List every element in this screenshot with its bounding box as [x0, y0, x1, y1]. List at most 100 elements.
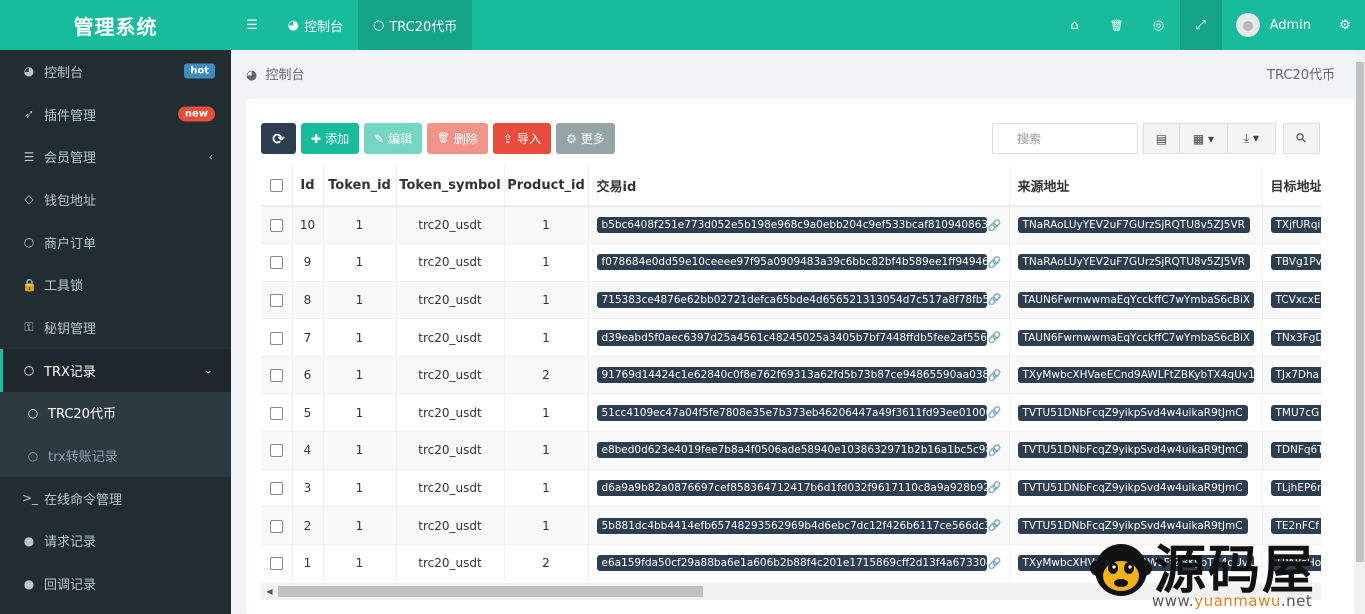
cell-token-id: 1	[323, 431, 397, 470]
row-checkbox[interactable]	[269, 557, 283, 571]
cell-id: 1	[292, 544, 324, 581]
more-button[interactable]: ⚙ 更多	[555, 123, 615, 154]
table-row[interactable]: 7 1 trc20_usdt 1 d39eabd5f0aec6397d25a4561c4…	[261, 318, 1321, 357]
row-checkbox[interactable]	[269, 331, 283, 345]
from-address-badge: TAUN6FwrnwwmaEqYcckffC7wYmbaS6cBiX	[1017, 329, 1254, 346]
select-all-checkbox[interactable]	[269, 178, 283, 192]
link-icon[interactable]: 🔗	[988, 219, 1002, 232]
sidebar-item-12[interactable]: ● 回调记录	[0, 562, 231, 605]
link-icon[interactable]: 🔗	[988, 256, 1002, 269]
row-select-cell[interactable]	[261, 356, 293, 395]
table-row[interactable]: 5 1 trc20_usdt 1 51cc4109ec47a04f5fe7808e35e…	[261, 393, 1321, 433]
column-header[interactable]: 交易id	[588, 165, 1010, 207]
scrollbar-thumb[interactable]	[278, 586, 703, 597]
link-icon[interactable]: 🔗	[988, 293, 1002, 306]
column-header[interactable]: 来源地址	[1009, 165, 1263, 207]
breadcrumb[interactable]: ◕ 控制台	[246, 64, 305, 83]
app-logo[interactable]: 管理系统	[0, 0, 231, 50]
sidebar-item-11[interactable]: ● 请求记录	[0, 520, 231, 563]
link-icon[interactable]: 🔗	[988, 331, 1002, 344]
sidebar-item-9[interactable]: ○ trx转账记录	[0, 434, 231, 477]
table-row[interactable]: 9 1 trc20_usdt 1 f078684e0dd59e10ceeee97f95a…	[261, 243, 1321, 282]
tab-trc20[interactable]: ○ TRC20代币	[358, 0, 473, 50]
columns-button[interactable]: ▦ ▾	[1180, 123, 1228, 154]
column-header[interactable]: 目标地址	[1262, 165, 1321, 207]
cell-product-id: 1	[504, 281, 589, 320]
sidebar-item-label: 商户订单	[44, 236, 97, 252]
scroll-left-icon[interactable]: ◀	[261, 583, 278, 600]
row-select-cell[interactable]	[261, 206, 293, 245]
link-icon[interactable]: 🔗	[988, 519, 1002, 532]
clear-cache-button[interactable]: 🗑	[1096, 0, 1138, 50]
add-label: 添加	[325, 132, 350, 146]
row-checkbox[interactable]	[269, 219, 283, 233]
delete-button[interactable]: 🗑 删除	[427, 123, 488, 154]
row-select-cell[interactable]	[261, 243, 293, 282]
row-select-cell[interactable]	[261, 281, 293, 320]
sidebar-item-0[interactable]: ◕ 控制台 hot	[0, 50, 231, 93]
txid-badge: f078684e0dd59e10ceeee97f95a0909483a39c6b…	[596, 254, 987, 271]
row-select-cell[interactable]	[261, 393, 293, 433]
from-address-badge: TAUN6FwrnwwmaEqYcckffC7wYmbaS6cBiX	[1017, 291, 1254, 308]
row-select-cell[interactable]	[261, 506, 293, 545]
link-icon[interactable]: 🔗	[988, 557, 1002, 570]
export-button[interactable]: ⤓ ▾	[1228, 123, 1276, 154]
fullscreen-button[interactable]: ⤢	[1179, 0, 1222, 50]
toggle-view-button[interactable]: ▤	[1143, 123, 1180, 154]
column-header[interactable]: Product_id	[504, 165, 589, 207]
cell-from-address: TXyMwbcXHVaeECnd9AWLFtZBKybTX4qUv1	[1009, 356, 1263, 395]
table-row[interactable]: 4 1 trc20_usdt 1 e8bed0d623e4019fee7b8a4f050…	[261, 431, 1321, 470]
row-checkbox[interactable]	[269, 293, 283, 307]
home-button[interactable]: ⌂	[1054, 0, 1096, 50]
table-toolbar: ⟳ ✚ 添加 ✎ 编辑 🗑 删除 ⇪ 导入 ⚙ 更多	[261, 123, 615, 154]
table-row[interactable]: 3 1 trc20_usdt 1 d6a9a9b82a0876697cef8583647…	[261, 469, 1321, 508]
sidebar-item-1[interactable]: ➶ 插件管理 new	[0, 93, 231, 136]
sidebar-item-2[interactable]: ☰ 会员管理 ‹	[0, 135, 231, 178]
search-button[interactable]: ⚲	[1283, 123, 1320, 154]
select-all-cell[interactable]	[261, 165, 293, 207]
link-icon[interactable]: 🔗	[988, 444, 1002, 457]
row-checkbox[interactable]	[269, 369, 283, 383]
row-checkbox[interactable]	[269, 256, 283, 270]
link-icon[interactable]: 🔗	[988, 481, 1002, 494]
language-button[interactable]: ◎	[1138, 0, 1180, 50]
table-row[interactable]: 8 1 trc20_usdt 1 715383ce4876e62bb02721defca…	[261, 281, 1321, 320]
breadcrumb-home: 控制台	[265, 67, 305, 83]
row-checkbox[interactable]	[269, 444, 283, 458]
cell-txid: b5bc6408f251e773d052e5b198e968c9a0ebb204…	[588, 206, 1010, 245]
settings-button[interactable]: ⚙	[1325, 0, 1365, 50]
column-header[interactable]: Token_symbol	[396, 165, 505, 207]
row-select-cell[interactable]	[261, 431, 293, 470]
add-button[interactable]: ✚ 添加	[301, 123, 360, 154]
row-select-cell[interactable]	[261, 469, 293, 508]
column-header[interactable]: Id	[292, 165, 324, 207]
sidebar-item-3[interactable]: ◇ 钱包地址	[0, 178, 231, 221]
row-checkbox[interactable]	[269, 406, 283, 420]
sidebar-item-5[interactable]: 🔒 工具锁	[0, 263, 231, 306]
row-select-cell[interactable]	[261, 318, 293, 357]
scrollbar-thumb[interactable]	[1356, 62, 1364, 562]
trash-icon: 🗑	[1109, 18, 1124, 32]
table-row[interactable]: 10 1 trc20_usdt 1 b5bc6408f251e773d052e5b198…	[261, 206, 1321, 245]
sidebar-item-7[interactable]: ○ TRX记录 ⌄	[0, 348, 231, 392]
row-select-cell[interactable]	[261, 544, 293, 581]
edit-button[interactable]: ✎ 编辑	[364, 123, 423, 154]
sidebar-item-8[interactable]: ○ TRC20代币	[0, 391, 231, 435]
user-menu[interactable]: Admin	[1222, 0, 1325, 50]
sidebar-item-4[interactable]: ○ 商户订单	[0, 221, 231, 264]
refresh-button[interactable]: ⟳	[261, 123, 296, 154]
cell-token-symbol: trc20_usdt	[396, 281, 505, 320]
column-header[interactable]: Token_id	[323, 165, 397, 207]
link-icon[interactable]: 🔗	[988, 369, 1002, 382]
link-icon[interactable]: 🔗	[988, 406, 1002, 419]
search-input[interactable]	[992, 123, 1138, 154]
cell-product-id: 1	[504, 243, 589, 282]
sidebar-item-10[interactable]: >_ 在线命令管理	[0, 477, 231, 520]
row-checkbox[interactable]	[269, 519, 283, 533]
row-checkbox[interactable]	[269, 481, 283, 495]
tab-dashboard[interactable]: ◕ 控制台	[273, 0, 358, 50]
sidebar-item-6[interactable]: ⚿ 秘钥管理	[0, 306, 231, 349]
import-button[interactable]: ⇪ 导入	[492, 123, 551, 154]
sidebar-toggle-button[interactable]: ☰	[231, 0, 273, 50]
table-row[interactable]: 6 1 trc20_usdt 2 91769d14424c1e62840c0f8e762…	[261, 356, 1321, 395]
